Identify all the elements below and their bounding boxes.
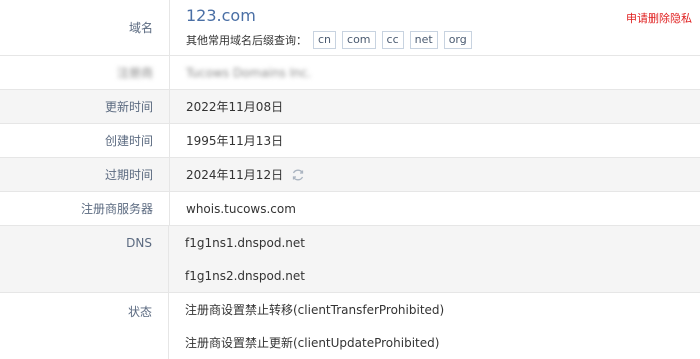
registrar-label: 注册商 bbox=[116, 66, 153, 80]
expires-row: 过期时间 2024年11月12日 bbox=[0, 158, 700, 192]
whois-server-value: whois.tucows.com bbox=[186, 201, 296, 216]
whois-server-row: 注册商服务器 whois.tucows.com bbox=[0, 192, 700, 226]
suffix-cn[interactable]: cn bbox=[313, 31, 337, 49]
status-item-2: 注册商设置禁止更新(clientUpdateProhibited) bbox=[185, 336, 440, 350]
updated-label: 更新时间 bbox=[0, 90, 170, 123]
suffix-prompt: 其他常用域名后缀查询： bbox=[186, 34, 307, 47]
updated-row: 更新时间 2022年11月08日 bbox=[0, 90, 700, 124]
refresh-icon[interactable] bbox=[291, 168, 305, 182]
dns-server-1: f1g1ns1.dnspod.net bbox=[185, 235, 305, 250]
whois-server-label: 注册商服务器 bbox=[0, 192, 170, 225]
dns-server-2: f1g1ns2.dnspod.net bbox=[185, 268, 305, 283]
domain-value: 123.com 其他常用域名后缀查询： cn com cc net org 申请… bbox=[170, 0, 700, 55]
suffix-org[interactable]: org bbox=[443, 31, 472, 49]
request-privacy-removal-link[interactable]: 申请删除隐私 bbox=[626, 10, 692, 26]
domain-row: 域名 123.com 其他常用域名后缀查询： cn com cc net org… bbox=[0, 0, 700, 56]
dns-label: DNS bbox=[0, 226, 169, 292]
domain-label: 域名 bbox=[0, 0, 170, 55]
dns-row: DNS f1g1ns1.dnspod.net f1g1ns2.dnspod.ne… bbox=[0, 226, 700, 293]
expires-value: 2024年11月12日 bbox=[186, 168, 284, 182]
status-label: 状态 bbox=[0, 293, 169, 359]
suffix-net[interactable]: net bbox=[409, 31, 438, 49]
suffix-query: 其他常用域名后缀查询： cn com cc net org bbox=[186, 31, 472, 49]
updated-value: 2022年11月08日 bbox=[186, 100, 284, 114]
domain-name: 123.com bbox=[186, 6, 256, 25]
suffix-com[interactable]: com bbox=[342, 31, 376, 49]
status-item-1: 注册商设置禁止转移(clientTransferProhibited) bbox=[185, 303, 445, 317]
created-row: 创建时间 1995年11月13日 bbox=[0, 124, 700, 158]
created-value: 1995年11月13日 bbox=[186, 134, 284, 148]
status-row: 状态 注册商设置禁止转移(clientTransferProhibited) 注… bbox=[0, 293, 700, 359]
suffix-cc[interactable]: cc bbox=[381, 31, 404, 49]
registrar-row: 注册商 Tucows Domains Inc. bbox=[0, 56, 700, 90]
whois-table: 域名 123.com 其他常用域名后缀查询： cn com cc net org… bbox=[0, 0, 700, 359]
expires-label: 过期时间 bbox=[0, 158, 170, 191]
registrar-value: Tucows Domains Inc. bbox=[186, 65, 312, 80]
created-label: 创建时间 bbox=[0, 124, 170, 157]
